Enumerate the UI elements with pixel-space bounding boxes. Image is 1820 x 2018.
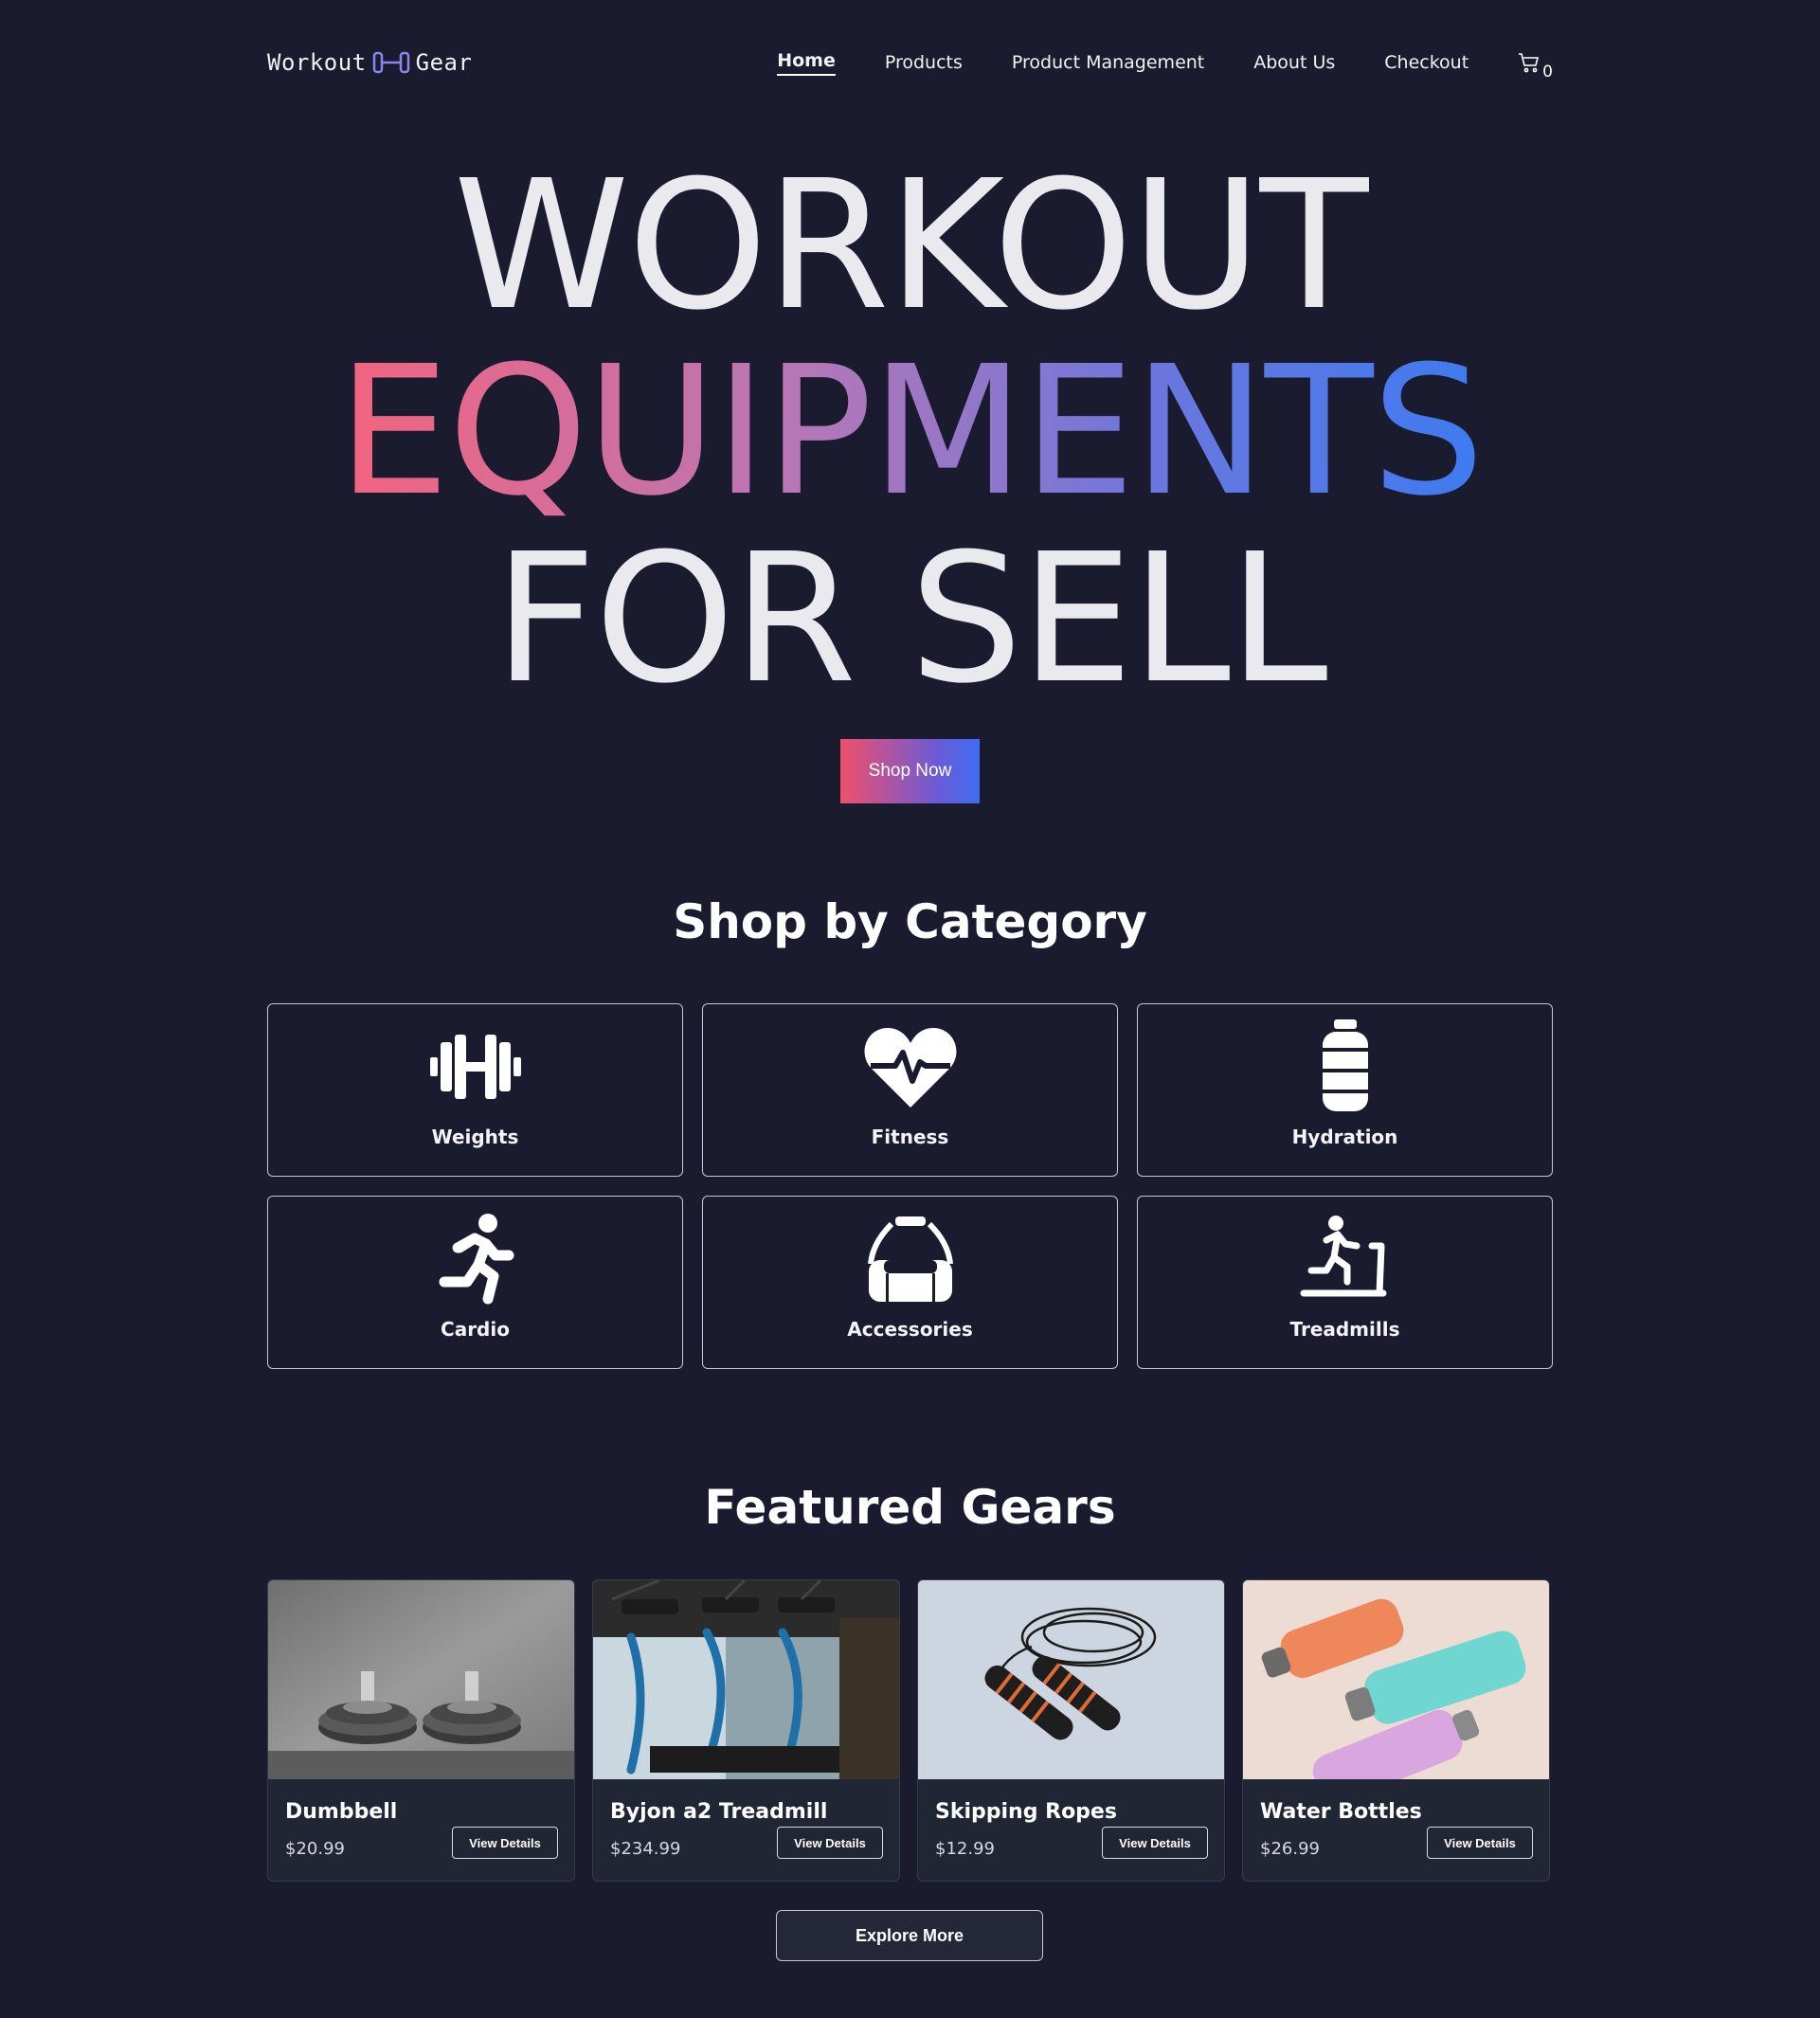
category-card-weights[interactable]: Weights bbox=[267, 1003, 683, 1177]
category-card-hydration[interactable]: Hydration bbox=[1137, 1003, 1553, 1177]
header: Workout Gear Home Products Product Manag… bbox=[267, 42, 1553, 83]
weights-icon bbox=[423, 1019, 528, 1114]
view-details-button[interactable]: View Details bbox=[777, 1827, 883, 1859]
cart-icon bbox=[1519, 53, 1540, 73]
bottle-icon bbox=[1293, 1019, 1397, 1114]
featured-section-title: Featured Gears bbox=[704, 1480, 1116, 1535]
view-details-button[interactable]: View Details bbox=[1427, 1827, 1533, 1859]
heartbeat-icon bbox=[858, 1019, 963, 1114]
category-label: Cardio bbox=[441, 1318, 510, 1341]
product-price: $12.99 bbox=[935, 1839, 995, 1859]
treadmill-icon bbox=[1293, 1212, 1397, 1306]
nav-product-management[interactable]: Product Management bbox=[1012, 52, 1204, 73]
category-card-cardio[interactable]: Cardio bbox=[267, 1196, 683, 1369]
main-nav: Home Products Product Management About U… bbox=[777, 50, 1553, 81]
brand-logo[interactable]: Workout Gear bbox=[267, 49, 472, 76]
gym-bag-icon bbox=[858, 1212, 963, 1306]
view-details-button[interactable]: View Details bbox=[1102, 1827, 1208, 1859]
category-label: Fitness bbox=[871, 1126, 949, 1148]
hero-gradient-text: EQUIPMENTS bbox=[337, 328, 1485, 535]
product-card-water-bottles[interactable]: Water Bottles $26.99 View Details bbox=[1242, 1579, 1550, 1882]
product-price: $26.99 bbox=[1260, 1839, 1320, 1859]
nav-products[interactable]: Products bbox=[885, 52, 963, 73]
product-price: $234.99 bbox=[610, 1839, 681, 1859]
product-name: Water Bottles bbox=[1260, 1800, 1422, 1824]
nav-home[interactable]: Home bbox=[777, 50, 836, 76]
category-label: Hydration bbox=[1291, 1126, 1398, 1148]
category-label: Accessories bbox=[847, 1318, 973, 1341]
shop-now-button[interactable]: Shop Now bbox=[840, 739, 980, 803]
nav-checkout[interactable]: Checkout bbox=[1384, 52, 1469, 73]
dumbbell-icon bbox=[372, 51, 409, 74]
category-label: Treadmills bbox=[1289, 1318, 1400, 1341]
hero-line-2: EQUIPMENTS bbox=[0, 343, 1820, 521]
nav-about-us[interactable]: About Us bbox=[1253, 52, 1335, 73]
explore-more-button[interactable]: Explore More bbox=[776, 1910, 1043, 1961]
product-card-treadmill[interactable]: Byjon a2 Treadmill $234.99 View Details bbox=[592, 1579, 900, 1882]
product-image-dumbbell bbox=[268, 1580, 574, 1779]
category-grid: Weights Fitness Hydration Cardio Accesso… bbox=[267, 1003, 1553, 1369]
category-card-fitness[interactable]: Fitness bbox=[702, 1003, 1118, 1177]
product-name: Skipping Ropes bbox=[935, 1800, 1117, 1824]
product-price: $20.99 bbox=[285, 1839, 345, 1859]
brand-right: Gear bbox=[415, 49, 473, 76]
category-card-treadmills[interactable]: Treadmills bbox=[1137, 1196, 1553, 1369]
product-image-skipping-ropes bbox=[918, 1580, 1224, 1779]
product-image-treadmill bbox=[593, 1580, 899, 1779]
view-details-button[interactable]: View Details bbox=[452, 1827, 558, 1859]
cart-button[interactable]: 0 bbox=[1518, 51, 1553, 81]
category-label: Weights bbox=[431, 1126, 519, 1148]
category-card-accessories[interactable]: Accessories bbox=[702, 1196, 1118, 1369]
product-card-dumbbell[interactable]: Dumbbell $20.99 View Details bbox=[267, 1579, 575, 1882]
product-image-water-bottles bbox=[1243, 1580, 1549, 1779]
brand-left: Workout bbox=[267, 49, 367, 76]
hero-line-3: FOR SELL bbox=[494, 515, 1327, 723]
running-icon bbox=[423, 1212, 528, 1306]
product-grid: Dumbbell $20.99 View Details Byjon a2 Tr… bbox=[267, 1579, 1553, 1882]
product-name: Byjon a2 Treadmill bbox=[610, 1800, 828, 1824]
category-section-title: Shop by Category bbox=[673, 894, 1147, 949]
cart-count: 0 bbox=[1542, 63, 1553, 81]
hero-line-1: WORKOUT bbox=[453, 142, 1369, 350]
product-card-skipping-ropes[interactable]: Skipping Ropes $12.99 View Details bbox=[917, 1579, 1225, 1882]
product-name: Dumbbell bbox=[285, 1800, 398, 1824]
